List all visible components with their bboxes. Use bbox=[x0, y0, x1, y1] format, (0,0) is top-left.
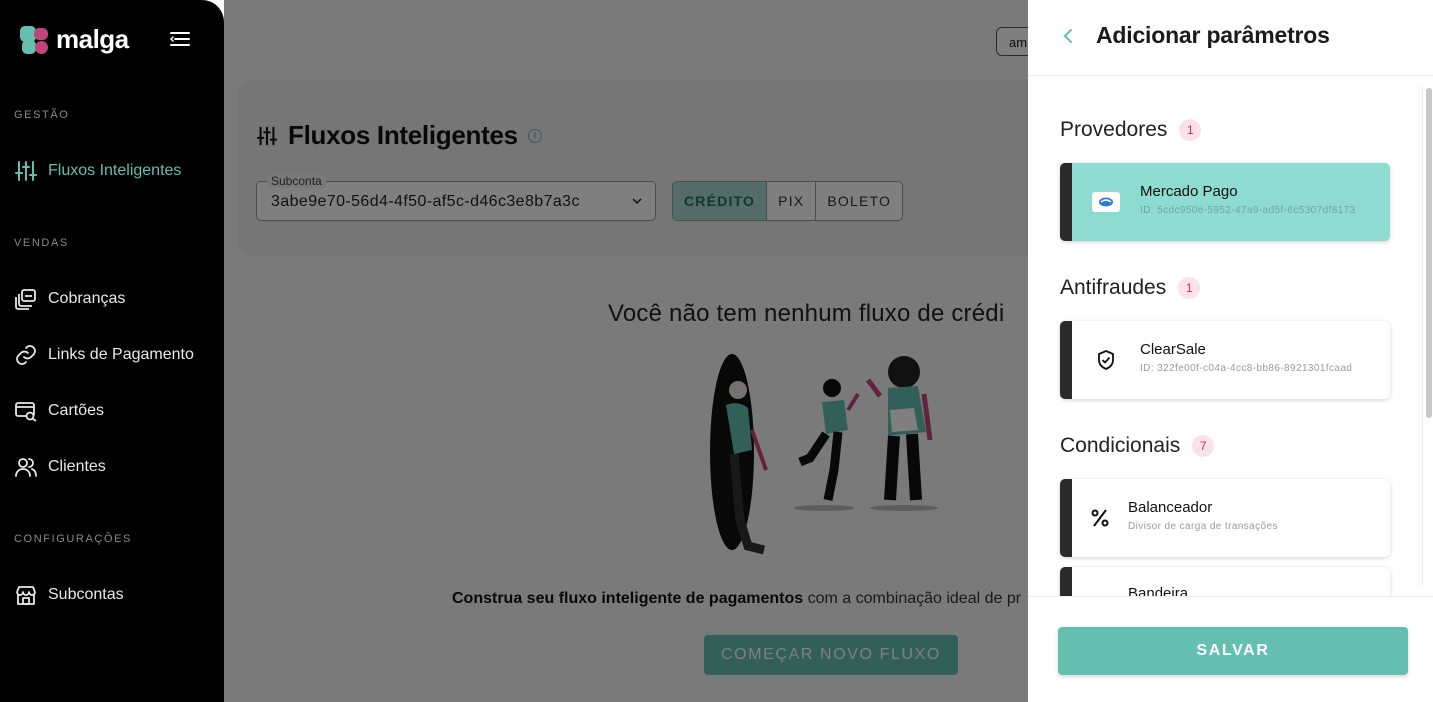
provider-card-mercado-pago[interactable]: Mercado Pago ID: 5cdc950e-5952-47a9-ad5f… bbox=[1060, 163, 1390, 241]
percent-icon bbox=[1091, 509, 1109, 527]
sidebar-item-label: Cobranças bbox=[48, 290, 126, 307]
add-parameters-drawer: Adicionar parâmetros Provedores 1 Mercad… bbox=[1028, 0, 1433, 702]
sidebar-item-fluxos[interactable]: Fluxos Inteligentes bbox=[14, 159, 181, 183]
logo[interactable]: malga bbox=[20, 24, 129, 55]
menu-toggle-icon[interactable] bbox=[168, 30, 192, 48]
sidebar-item-label: Fluxos Inteligentes bbox=[48, 162, 182, 179]
sidebar-item-cobrancas[interactable]: Cobranças bbox=[14, 287, 125, 311]
sliders-icon bbox=[15, 161, 37, 181]
card-name: Balanceador bbox=[1128, 499, 1213, 516]
group-title: Condicionais bbox=[1060, 434, 1181, 457]
count-badge: 7 bbox=[1192, 435, 1215, 457]
sidebar-item-label: Clientes bbox=[48, 458, 106, 475]
logo-text: malga bbox=[56, 24, 129, 54]
card-name: ClearSale bbox=[1140, 341, 1206, 358]
sidebar-item-links[interactable]: Links de Pagamento bbox=[14, 343, 194, 367]
card-description: Divisor de carga de transações bbox=[1128, 521, 1278, 532]
group-antifraudes: Antifraudes 1 bbox=[1060, 276, 1201, 300]
store-icon bbox=[16, 586, 36, 605]
card-id: ID: 322fe00f-c04a-4cc8-bb86-8921301fcaad bbox=[1140, 363, 1353, 374]
modal-backdrop[interactable] bbox=[224, 0, 1028, 702]
card-stripe bbox=[1060, 163, 1072, 241]
conditional-card-balanceador[interactable]: Balanceador Divisor de carga de transaçõ… bbox=[1060, 479, 1390, 557]
users-icon bbox=[15, 458, 37, 477]
sidebar-item-label: Links de Pagamento bbox=[48, 346, 194, 363]
drawer-title: Adicionar parâmetros bbox=[1096, 22, 1330, 48]
section-label-vendas: VENDAS bbox=[14, 237, 69, 249]
scrollbar-thumb[interactable] bbox=[1426, 88, 1432, 418]
card-stripe bbox=[1060, 567, 1072, 596]
count-badge: 1 bbox=[1178, 277, 1201, 299]
card-name: Bandeira bbox=[1128, 585, 1189, 596]
save-button[interactable]: SALVAR bbox=[1058, 627, 1408, 675]
group-title: Antifraudes bbox=[1060, 276, 1167, 299]
conditional-card-bandeira[interactable]: Bandeira bbox=[1060, 567, 1390, 596]
sidebar-item-clientes[interactable]: Clientes bbox=[14, 455, 106, 479]
charges-icon bbox=[15, 289, 36, 310]
malga-logo-icon bbox=[20, 25, 48, 54]
group-provedores: Provedores 1 bbox=[1060, 118, 1202, 142]
shield-check-icon bbox=[1098, 350, 1114, 370]
group-condicionais: Condicionais 7 bbox=[1060, 434, 1215, 458]
card-stripe bbox=[1060, 479, 1072, 557]
card-stripe bbox=[1060, 321, 1072, 399]
card-id: ID: 5cdc950e-5952-47a9-ad5f-6c5307df8173 bbox=[1140, 205, 1356, 216]
mercado-pago-logo-icon bbox=[1092, 192, 1120, 212]
sidebar: malga GESTÃO Fluxos Inteligentes VENDAS … bbox=[0, 0, 224, 702]
back-chevron-icon[interactable] bbox=[1058, 26, 1078, 46]
drawer-header: Adicionar parâmetros bbox=[1028, 0, 1433, 76]
card-name: Mercado Pago bbox=[1140, 183, 1238, 200]
sidebar-item-subcontas[interactable]: Subcontas bbox=[14, 583, 124, 607]
section-label-gestao: GESTÃO bbox=[14, 109, 70, 121]
sidebar-item-label: Subcontas bbox=[48, 586, 124, 603]
link-icon bbox=[16, 345, 36, 365]
antifraud-card-clearsale[interactable]: ClearSale ID: 322fe00f-c04a-4cc8-bb86-89… bbox=[1060, 321, 1390, 399]
drawer-footer: SALVAR bbox=[1028, 596, 1433, 702]
section-label-configuracoes: CONFIGURAÇÕES bbox=[14, 533, 132, 545]
sidebar-item-cartoes[interactable]: Cartões bbox=[14, 399, 104, 423]
group-title: Provedores bbox=[1060, 118, 1168, 141]
sidebar-item-label: Cartões bbox=[48, 402, 105, 419]
drawer-body: Provedores 1 Mercado Pago ID: 5cdc950e-5… bbox=[1028, 76, 1433, 596]
count-badge: 1 bbox=[1179, 119, 1202, 141]
card-search-icon bbox=[15, 402, 37, 422]
